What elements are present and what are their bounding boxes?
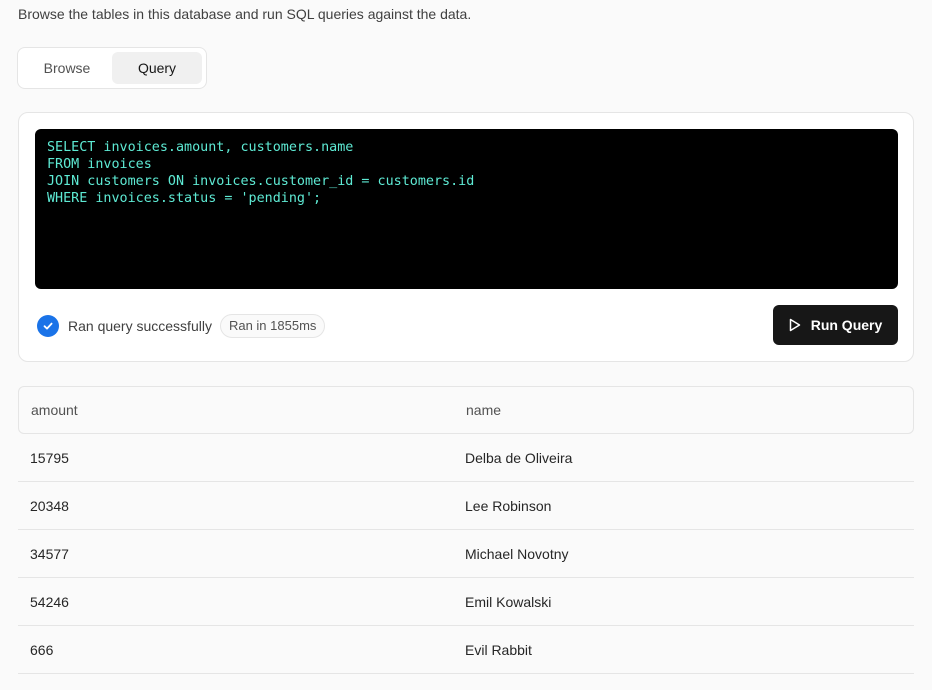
table-row: 666 Evil Rabbit [18,626,914,674]
table-row: 34577 Michael Novotny [18,530,914,578]
cell-name: Lee Robinson [465,497,552,514]
play-icon [789,318,801,332]
check-circle-icon [37,315,59,337]
sql-editor[interactable]: SELECT invoices.amount, customers.name F… [35,129,898,289]
cell-name: Delba de Oliveira [465,449,573,466]
cell-amount: 666 [30,641,54,658]
cell-name: Evil Rabbit [465,641,532,658]
run-query-button[interactable]: Run Query [773,305,898,345]
mode-tabs: Browse Query [17,47,207,89]
tab-query[interactable]: Query [112,52,202,84]
query-panel: SELECT invoices.amount, customers.name F… [18,112,914,362]
table-header: amount name [18,386,914,434]
table-row: 54246 Emil Kowalski [18,578,914,626]
cell-name: Michael Novotny [465,545,569,562]
duration-badge: Ran in 1855ms [219,314,326,338]
cell-amount: 54246 [30,593,69,610]
cell-name: Emil Kowalski [465,593,552,610]
cell-amount: 15795 [30,449,69,466]
table-row: 15795 Delba de Oliveira [18,434,914,482]
table-row: 20348 Lee Robinson [18,482,914,530]
results-table: amount name 15795 Delba de Oliveira 2034… [18,386,914,674]
run-query-label: Run Query [810,317,883,333]
column-header-name: name [466,402,502,418]
page-description: Browse the tables in this database and r… [18,6,472,22]
cell-amount: 34577 [30,545,69,562]
cell-amount: 20348 [30,497,69,514]
status-text: Ran query successfully [68,318,212,334]
tab-browse[interactable]: Browse [22,52,112,84]
query-status: Ran query successfully Ran in 1855ms [37,313,326,339]
column-header-amount: amount [31,402,78,418]
